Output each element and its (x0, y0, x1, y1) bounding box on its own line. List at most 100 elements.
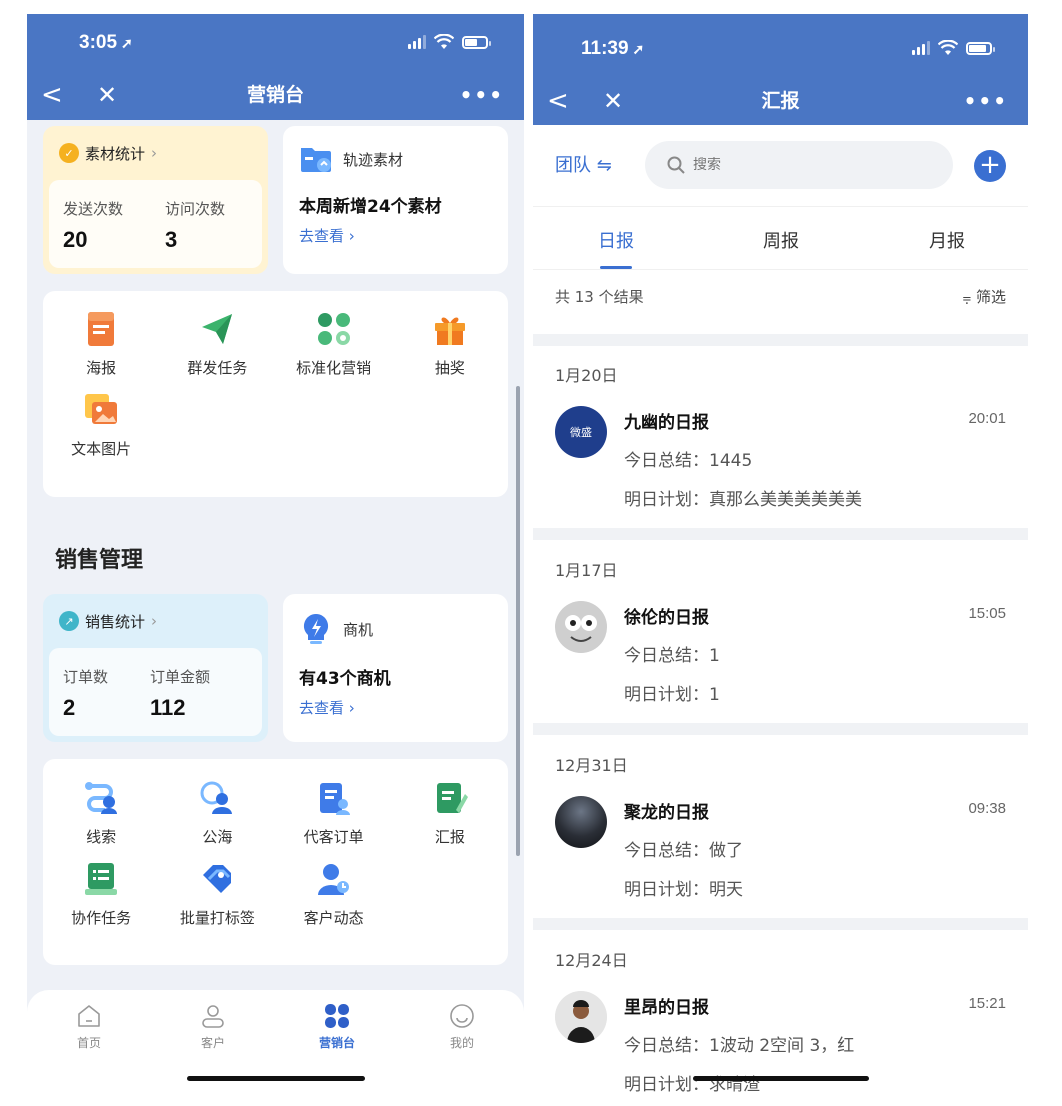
search-box[interactable] (645, 141, 953, 189)
report-time: 15:05 (968, 605, 1006, 622)
opportunity-title: 商机 (343, 620, 374, 639)
report-plan: 明日计划：真那么美美美美美美 (624, 490, 862, 510)
home-indicator (187, 1076, 365, 1081)
report-summary: 今日总结：1波动 2空间 3，红 (624, 1036, 855, 1056)
tab-label: 我的 (449, 1036, 474, 1050)
sales-stats-card[interactable]: ↗ 销售统计 › 订单数 2 订单金额 112 (43, 594, 268, 742)
proxy-order-icon (319, 783, 350, 815)
tool-label: 线索 (86, 828, 117, 846)
home-indicator (693, 1076, 869, 1081)
tool-label: 汇报 (434, 828, 465, 846)
filter-button[interactable]: ⩦ 筛选 (962, 286, 1006, 307)
sales-tools-grid: 线索 公海 代客订单 汇报 协作任务 批量打标签 客户动态 (43, 780, 508, 928)
tool-label: 客户动态 (303, 909, 364, 927)
sales-stats-header[interactable]: ↗ 销售统计 › (43, 594, 268, 648)
status-time: 3:05 ➚ (79, 32, 133, 53)
active-tab-indicator (600, 266, 632, 269)
tool-label: 代客订单 (303, 828, 364, 846)
tool-customer-activity[interactable]: 客户动态 (276, 861, 392, 928)
tool-label: 批量打标签 (179, 909, 255, 927)
tool-report[interactable]: 汇报 (392, 780, 508, 847)
tab-home[interactable]: 首页 (49, 1002, 129, 1051)
material-stats-header[interactable]: ✓ 素材统计 › (43, 126, 268, 180)
date-label: 1月20日 (555, 366, 618, 385)
report-plan: 明日计划：明天 (624, 880, 743, 900)
track-material-link[interactable]: 去查看 › (299, 225, 492, 246)
lightbulb-icon (303, 613, 329, 644)
tool-mass-send[interactable]: 群发任务 (159, 311, 275, 378)
status-time: 11:39 ➚ (581, 38, 645, 59)
date-label: 12月24日 (555, 951, 628, 970)
scrollbar[interactable] (516, 386, 520, 856)
track-material-card[interactable]: 轨迹素材 本周新增24个素材 去查看 › (283, 126, 508, 274)
report-summary: 今日总结：1 (624, 646, 720, 666)
order-count-value: 2 (63, 695, 76, 720)
tool-proxy-order[interactable]: 代客订单 (276, 780, 392, 847)
leads-icon (85, 782, 118, 814)
collab-task-icon (85, 863, 118, 895)
tag-icon (203, 865, 232, 893)
report-time: 09:38 (968, 800, 1006, 817)
right-screen: 11:39➚ < ✕ 汇报 ••• 团队 ⇋ + 日报 周报 月报 共 13 个… (533, 14, 1028, 1092)
marketing-tools-grid: 海报 群发任务 标准化营销 抽奖 文本图片 (43, 311, 508, 459)
chart-badge-icon: ↗ (59, 611, 79, 631)
order-amount-label: 订单金额 (150, 668, 211, 686)
add-report-button[interactable]: + (974, 150, 1006, 182)
opportunity-card[interactable]: 商机 有43个商机 去查看 › (283, 594, 508, 742)
tab-monthly[interactable]: 月报 (929, 227, 965, 253)
order-count-label: 订单数 (63, 668, 109, 686)
tab-customer[interactable]: 客户 (173, 1002, 253, 1051)
tab-weekly[interactable]: 周报 (763, 227, 799, 253)
tool-label: 群发任务 (187, 359, 248, 377)
tool-label: 文本图片 (71, 440, 132, 458)
tool-label: 公海 (202, 828, 233, 846)
tool-leads[interactable]: 线索 (43, 780, 159, 847)
tab-marketing[interactable]: 营销台 (297, 1002, 377, 1051)
signal-icon (408, 35, 426, 49)
header: 3:05 ➚ < ✕ 营销台 ••• (27, 14, 524, 120)
date-label: 12月31日 (555, 756, 628, 775)
page-title: 汇报 (761, 90, 800, 112)
tab-label: 首页 (76, 1036, 101, 1050)
date-label: 1月17日 (555, 561, 618, 580)
status-icons (912, 40, 995, 56)
left-screen: 3:05 ➚ < ✕ 营销台 ••• ✓ 素材统计 › 发送次数 20 访问次数 3 (27, 14, 524, 1092)
opportunity-summary: 有43个商机 (299, 669, 391, 689)
divider (533, 723, 1028, 735)
folder-icon (301, 148, 331, 172)
tool-lottery[interactable]: 抽奖 (392, 311, 508, 378)
paper-plane-icon (202, 314, 233, 344)
search-input[interactable] (693, 157, 893, 173)
tool-text-image[interactable]: 文本图片 (43, 392, 159, 459)
tool-public-pool[interactable]: 公海 (159, 780, 275, 847)
material-stats-card[interactable]: ✓ 素材统计 › 发送次数 20 访问次数 3 (43, 126, 268, 274)
section-title-sales: 销售管理 (55, 548, 144, 573)
tool-standard-marketing[interactable]: 标准化营销 (276, 311, 392, 378)
image-text-icon (85, 394, 118, 424)
material-stats-title: 素材统计 (85, 144, 146, 163)
team-switch[interactable]: 团队 ⇋ (555, 151, 612, 177)
tool-collab-task[interactable]: 协作任务 (43, 861, 159, 928)
more-button[interactable]: ••• (964, 86, 1008, 116)
report-item[interactable]: 徐伦的日报 15:05 今日总结：1 明日计划：1 (533, 601, 1028, 721)
chevron-right-icon: › (151, 144, 158, 162)
grid-clover-icon (325, 1004, 349, 1028)
avatar (555, 601, 607, 653)
result-count: 共 13 个结果 (555, 288, 644, 306)
report-item[interactable]: 聚龙的日报 09:38 今日总结：做了 明日计划：明天 (533, 796, 1028, 916)
tab-mine[interactable]: 我的 (422, 1002, 502, 1051)
report-item[interactable]: 微盛 九幽的日报 20:01 今日总结：1445 明日计划：真那么美美美美美美 (533, 406, 1028, 526)
gift-icon (434, 317, 465, 345)
send-count-value: 20 (63, 227, 88, 252)
more-button[interactable]: ••• (460, 80, 504, 110)
divider (533, 334, 1028, 346)
track-material-summary: 本周新增24个素材 (299, 197, 442, 217)
opportunity-link[interactable]: 去查看 › (299, 697, 492, 718)
divider (533, 918, 1028, 930)
tool-batch-tag[interactable]: 批量打标签 (159, 861, 275, 928)
tab-daily[interactable]: 日报 (598, 227, 634, 253)
tool-poster[interactable]: 海报 (43, 311, 159, 378)
home-icon (78, 1005, 100, 1027)
avatar: 微盛 (555, 406, 607, 458)
sales-stats-title: 销售统计 (85, 612, 146, 631)
